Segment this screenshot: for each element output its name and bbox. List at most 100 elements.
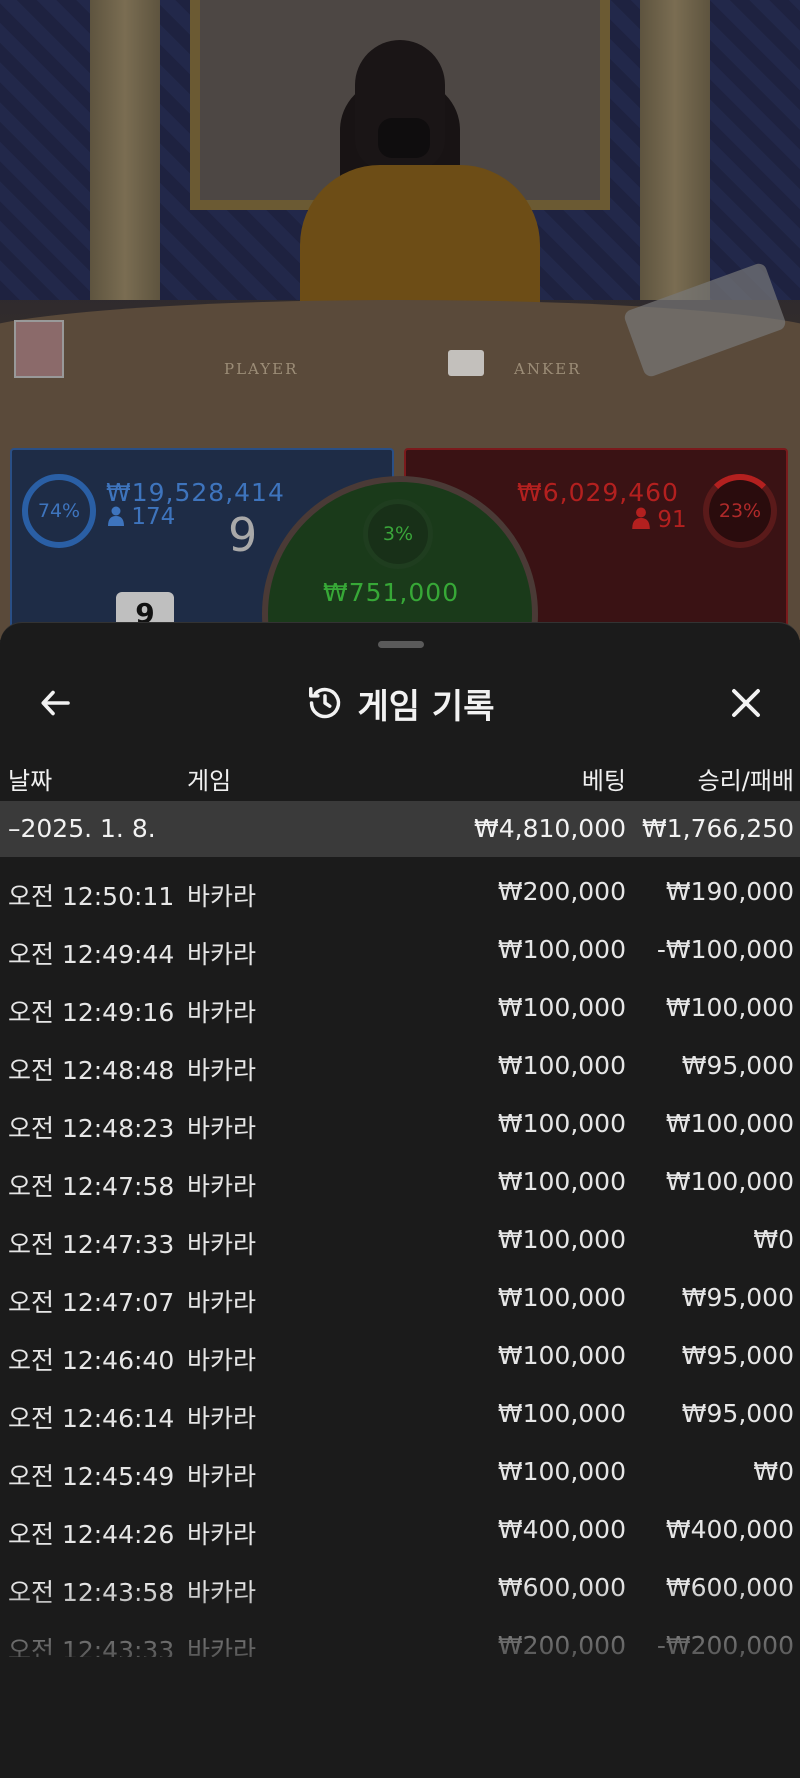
back-button[interactable]	[28, 675, 84, 731]
history-row[interactable]: 오전 12:43:58 바카라 ₩600,000 ₩600,000	[0, 1553, 800, 1611]
row-game: 바카라	[187, 1578, 257, 1607]
row-time: 오전 12:47:33	[8, 1230, 175, 1259]
person-icon	[108, 506, 124, 526]
dealer-mask	[378, 118, 430, 158]
tie-percent-ring: 3%	[363, 499, 433, 569]
row-game: 바카라	[187, 1462, 257, 1491]
tie-total-amount: ₩751,000	[323, 578, 460, 607]
row-time: 오전 12:45:49	[8, 1462, 175, 1491]
banker-bettor-count: 91	[632, 507, 687, 533]
row-bet: ₩100,000	[497, 1109, 626, 1138]
row-bet: ₩200,000	[497, 1631, 626, 1657]
row-bet: ₩100,000	[497, 1399, 626, 1428]
day-date: –2025. 1. 8.	[8, 814, 156, 843]
row-bet: ₩400,000	[497, 1515, 626, 1544]
row-time: 오전 12:43:33	[8, 1636, 175, 1657]
row-game: 바카라	[187, 1056, 257, 1085]
row-game: 바카라	[187, 940, 257, 969]
column-game: 게임	[187, 767, 232, 795]
column-result: 승리/패배	[697, 767, 794, 795]
row-time: 오전 12:46:14	[8, 1404, 175, 1433]
row-result: ₩95,000	[681, 1341, 794, 1370]
row-bet: ₩100,000	[497, 1225, 626, 1254]
column-date: 날짜	[8, 767, 53, 795]
day-total-bet: ₩4,810,000	[474, 814, 626, 843]
row-result: ₩190,000	[665, 877, 794, 906]
row-time: 오전 12:49:44	[8, 940, 175, 969]
row-result: -₩200,000	[656, 1631, 794, 1657]
row-result: -₩100,000	[656, 935, 794, 964]
day-total-result: ₩1,766,250	[642, 814, 794, 843]
history-row[interactable]: 오전 12:47:07 바카라 ₩100,000 ₩95,000	[0, 1263, 800, 1321]
row-game: 바카라	[187, 1114, 257, 1143]
row-time: 오전 12:49:16	[8, 998, 175, 1027]
person-icon	[632, 507, 650, 529]
history-row[interactable]: 오전 12:47:33 바카라 ₩100,000 ₩0	[0, 1205, 800, 1263]
tie-percent: 3%	[382, 523, 414, 545]
row-game: 바카라	[187, 1172, 257, 1201]
close-icon	[732, 689, 760, 717]
history-row[interactable]: 오전 12:46:40 바카라 ₩100,000 ₩95,000	[0, 1321, 800, 1379]
banker-total-amount: ₩6,029,460	[517, 478, 679, 507]
row-game: 바카라	[187, 882, 257, 911]
history-row[interactable]: 오전 12:44:26 바카라 ₩400,000 ₩400,000	[0, 1495, 800, 1553]
column-headers: 날짜 게임 베팅 승리/패배	[0, 747, 800, 801]
card-deck	[14, 320, 64, 378]
history-row[interactable]: 오전 12:49:44 바카라 ₩100,000 -₩100,000	[0, 915, 800, 973]
game-history-sheet: 게임 기록 날짜 게임 베팅 승리/패배 –2025. 1. 8. ₩4,810…	[0, 622, 800, 1778]
history-row[interactable]: 오전 12:49:16 바카라 ₩100,000 ₩100,000	[0, 973, 800, 1031]
banker-percent-ring: 23%	[703, 474, 777, 548]
day-summary-row[interactable]: –2025. 1. 8. ₩4,810,000 ₩1,766,250	[0, 801, 800, 857]
row-time: 오전 12:48:23	[8, 1114, 175, 1143]
banker-percent: 23%	[718, 500, 762, 522]
row-game: 바카라	[187, 1288, 257, 1317]
row-result: ₩95,000	[681, 1051, 794, 1080]
history-icon	[308, 687, 340, 719]
player-bettor-count: 174	[108, 504, 175, 530]
row-game: 바카라	[187, 1230, 257, 1259]
row-bet: ₩100,000	[497, 1051, 626, 1080]
row-result: ₩100,000	[665, 1109, 794, 1138]
row-time: 오전 12:44:26	[8, 1520, 175, 1549]
sheet-header: 게임 기록	[0, 663, 800, 743]
player-total-amount: ₩19,528,414	[106, 478, 285, 507]
row-bet: ₩100,000	[497, 1341, 626, 1370]
row-result: ₩100,000	[665, 1167, 794, 1196]
history-row[interactable]: 오전 12:48:48 바카라 ₩100,000 ₩95,000	[0, 1031, 800, 1089]
decor-pillar-right	[640, 0, 710, 300]
row-time: 오전 12:43:58	[8, 1578, 175, 1607]
player-count-value: 174	[131, 504, 176, 530]
banker-count-value: 91	[657, 507, 687, 533]
row-bet: ₩200,000	[497, 877, 626, 906]
history-row[interactable]: 오전 12:48:23 바카라 ₩100,000 ₩100,000	[0, 1089, 800, 1147]
sheet-drag-handle[interactable]	[378, 641, 424, 648]
history-row[interactable]: 오전 12:45:49 바카라 ₩100,000 ₩0	[0, 1437, 800, 1495]
history-row[interactable]: 오전 12:46:14 바카라 ₩100,000 ₩95,000	[0, 1379, 800, 1437]
title-group: 게임 기록	[0, 663, 800, 743]
row-result: ₩0	[753, 1457, 794, 1486]
row-bet: ₩600,000	[497, 1573, 626, 1602]
history-row[interactable]: 오전 12:43:33 바카라 ₩200,000 -₩200,000	[0, 1611, 800, 1657]
close-button[interactable]	[718, 675, 774, 731]
history-list[interactable]: 오전 12:50:11 바카라 ₩200,000 ₩190,000 오전 12:49:4…	[0, 857, 800, 1657]
row-result: ₩95,000	[681, 1283, 794, 1312]
arrow-left-icon	[41, 690, 70, 716]
live-video-background: PLAYER ANKER 74% ₩19,528,414 174 9 9 23%…	[0, 0, 800, 640]
row-result: ₩400,000	[665, 1515, 794, 1544]
decor-pillar-left	[90, 0, 160, 300]
row-game: 바카라	[187, 1346, 257, 1375]
row-game: 바카라	[187, 998, 257, 1027]
row-time: 오전 12:48:48	[8, 1056, 175, 1085]
row-bet: ₩100,000	[497, 935, 626, 964]
row-time: 오전 12:47:07	[8, 1288, 175, 1317]
row-bet: ₩100,000	[497, 993, 626, 1022]
row-result: ₩0	[753, 1225, 794, 1254]
history-row[interactable]: 오전 12:47:58 바카라 ₩100,000 ₩100,000	[0, 1147, 800, 1205]
row-game: 바카라	[187, 1404, 257, 1433]
table-label-banker: ANKER	[514, 360, 582, 378]
row-result: ₩600,000	[665, 1573, 794, 1602]
column-bet: 베팅	[581, 767, 626, 795]
history-row[interactable]: 오전 12:50:11 바카라 ₩200,000 ₩190,000	[0, 857, 800, 915]
row-result: ₩95,000	[681, 1399, 794, 1428]
player-percent: 74%	[37, 500, 81, 522]
